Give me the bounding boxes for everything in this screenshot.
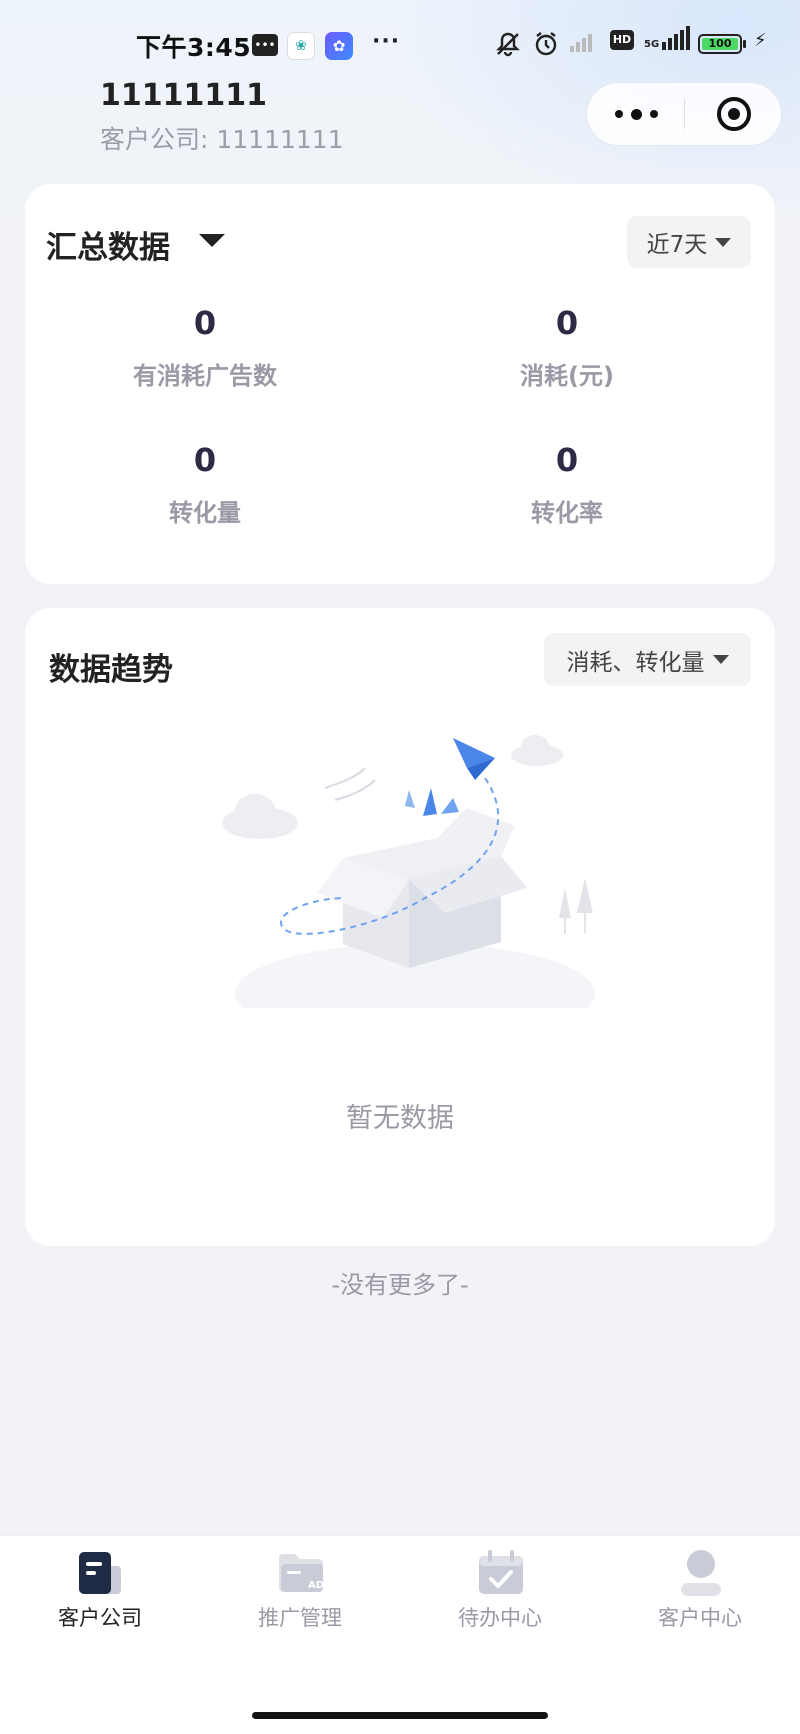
hd-icon: HD (610, 30, 634, 50)
status-time: 下午3:45 (136, 33, 252, 62)
app-notification-icon-2: ✿ (325, 32, 353, 60)
stat-spend: 0 消耗(元) (387, 304, 747, 391)
todo-calendar-icon (479, 1550, 523, 1594)
summary-card: 汇总数据 近7天 0 有消耗广告数 0 消耗(元) 0 转化量 0 转化率 (25, 184, 775, 584)
tab-label: 客户中心 (658, 1606, 742, 1630)
signal-5g-icon: 5G (644, 26, 691, 50)
svg-text:AD: AD (308, 1580, 324, 1591)
signal-weak-icon (570, 30, 592, 52)
status-bar: 下午3:45 ••• ❀ ✿ ··· HD 5G 100 ⚡ (0, 20, 800, 70)
no-more-text: -没有更多了- (331, 1271, 469, 1299)
date-range-select[interactable]: 近7天 (627, 216, 751, 268)
stat-value: 0 (193, 441, 217, 479)
stat-ads-with-spend: 0 有消耗广告数 (25, 304, 385, 391)
metrics-label: 消耗、转化量 (566, 649, 705, 676)
user-icon (681, 1550, 721, 1596)
tab-promotion-management[interactable]: AD 推广管理 (200, 1536, 400, 1646)
tab-customer-company[interactable]: 客户公司 (0, 1536, 200, 1646)
miniprogram-capsule (586, 82, 782, 146)
charging-icon: ⚡ (754, 30, 767, 51)
tab-todo-center[interactable]: 待办中心 (400, 1536, 600, 1646)
target-close-icon (717, 97, 751, 131)
more-menu-button[interactable] (587, 83, 685, 145)
stat-label: 有消耗广告数 (133, 362, 277, 390)
stat-label: 转化量 (169, 499, 241, 527)
company-icon (79, 1552, 121, 1594)
empty-state-text: 暂无数据 (346, 1103, 454, 1134)
caret-down-icon[interactable] (199, 234, 225, 247)
stat-value: 0 (555, 441, 579, 479)
chevron-down-icon (712, 655, 729, 664)
stat-value: 0 (193, 304, 217, 342)
stat-label: 消耗(元) (520, 362, 614, 390)
ad-folder-icon: AD (279, 1554, 324, 1592)
empty-box-illustration (222, 735, 595, 1008)
stat-conversions: 0 转化量 (25, 441, 385, 528)
trend-card: 数据趋势 消耗、转化量 暂无数据 (25, 608, 775, 1246)
company-subtitle: 客户公司: 11111111 (100, 125, 344, 154)
stat-label: 转化率 (531, 499, 603, 527)
tab-label: 待办中心 (458, 1606, 542, 1630)
app-notification-icon: ❀ (287, 32, 315, 60)
alarm-icon (532, 30, 560, 58)
chevron-down-icon (715, 237, 732, 247)
stat-conversion-rate: 0 转化率 (387, 441, 747, 528)
tab-label: 客户公司 (58, 1606, 142, 1630)
tab-customer-center[interactable]: 客户中心 (600, 1536, 800, 1646)
home-indicator[interactable] (252, 1712, 548, 1719)
trend-title: 数据趋势 (49, 652, 173, 688)
close-miniprogram-button[interactable] (685, 83, 783, 145)
battery-level: 100 (702, 38, 738, 50)
network-label: 5G (644, 39, 660, 50)
message-notification-icon: ••• (252, 34, 278, 56)
more-notifications-icon: ··· (372, 28, 401, 54)
battery-icon: 100 (698, 34, 746, 54)
page-title: 11111111 (100, 78, 267, 113)
bottom-tab-bar: 客户公司 AD 推广管理 待办中心 客户中心 (0, 1535, 800, 1734)
date-range-label: 近7天 (646, 232, 708, 258)
stat-value: 0 (555, 304, 579, 342)
metrics-select[interactable]: 消耗、转化量 (544, 633, 751, 686)
tab-label: 推广管理 (258, 1606, 342, 1630)
summary-title[interactable]: 汇总数据 (46, 222, 170, 267)
hd-label: HD (610, 30, 634, 50)
mute-icon (494, 30, 522, 58)
